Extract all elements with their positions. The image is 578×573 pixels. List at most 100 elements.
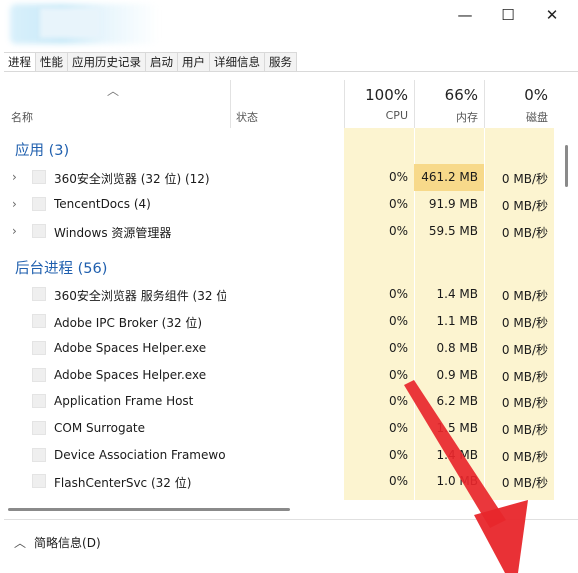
minimize-button[interactable]: — <box>443 2 487 28</box>
disk-value: 0 MB/秒 <box>501 476 548 490</box>
chevron-right-icon[interactable]: › <box>12 197 17 211</box>
maximize-button[interactable]: ☐ <box>486 2 530 28</box>
process-name: TencentDocs (4) <box>54 197 151 211</box>
cpu-value: 0% <box>388 224 408 238</box>
process-name: FlashCenterSvc (32 位) <box>54 476 192 490</box>
table-row[interactable]: COM Surrogate 0% 1.5 MB 0 MB/秒 <box>0 415 556 442</box>
tab-users[interactable]: 用户 <box>178 52 210 72</box>
column-header-disk[interactable]: 磁盘 <box>484 109 548 125</box>
disk-percent[interactable]: 0% <box>484 86 548 104</box>
disk-value: 0 MB/秒 <box>501 226 548 240</box>
cpu-value: 0% <box>388 170 408 184</box>
memory-value: 461.2 MB <box>421 170 478 184</box>
vertical-scrollbar[interactable] <box>565 145 568 187</box>
cpu-value: 0% <box>388 474 408 488</box>
cpu-percent[interactable]: 100% <box>344 86 408 104</box>
memory-value: 59.5 MB <box>428 224 478 238</box>
disk-value: 0 MB/秒 <box>501 423 548 437</box>
app-icon <box>32 314 46 328</box>
memory-value: 0.8 MB <box>436 341 478 355</box>
tab-details[interactable]: 详细信息 <box>210 52 265 72</box>
cpu-value: 0% <box>388 287 408 301</box>
horizontal-scrollbar[interactable] <box>8 508 290 511</box>
group-header-apps[interactable]: 应用 (3) <box>15 139 69 160</box>
close-button[interactable]: ✕ <box>530 2 574 28</box>
table-row[interactable]: 360安全浏览器 服务组件 (32 位) 0% 1.4 MB 0 MB/秒 <box>0 281 556 308</box>
cpu-value: 0% <box>388 197 408 211</box>
app-icon <box>32 224 46 238</box>
memory-percent[interactable]: 66% <box>414 86 478 104</box>
table-row[interactable]: Application Frame Host 0% 6.2 MB 0 MB/秒 <box>0 388 556 415</box>
minimize-icon: — <box>457 6 473 24</box>
table-row[interactable]: › Windows 资源管理器 0% 59.5 MB 0 MB/秒 <box>0 218 556 245</box>
table-row[interactable]: Adobe IPC Broker (32 位) 0% 1.1 MB 0 MB/秒 <box>0 308 556 335</box>
disk-value: 0 MB/秒 <box>501 370 548 384</box>
fewer-details-button[interactable]: ︿ 简略信息(D) <box>14 534 101 551</box>
disk-value: 0 MB/秒 <box>501 450 548 464</box>
table-row[interactable]: Adobe Spaces Helper.exe 0% 0.8 MB 0 MB/秒 <box>0 335 556 362</box>
task-manager-window: — ☐ ✕ 进程 性能 应用历史记录 启动 用户 详细信息 服务 ︿ 名称 状态… <box>0 0 578 573</box>
chevron-right-icon[interactable]: › <box>12 224 17 238</box>
disk-value: 0 MB/秒 <box>501 172 548 186</box>
tabs-divider <box>4 71 578 72</box>
cpu-value: 0% <box>388 368 408 382</box>
blurred-patch <box>40 8 100 38</box>
tab-processes[interactable]: 进程 <box>4 52 36 72</box>
disk-value: 0 MB/秒 <box>501 199 548 213</box>
tab-services[interactable]: 服务 <box>265 52 297 72</box>
header-divider <box>230 80 231 128</box>
cpu-value: 0% <box>388 421 408 435</box>
disk-value: 0 MB/秒 <box>501 289 548 303</box>
table-row[interactable]: › TencentDocs (4) 0% 91.9 MB 0 MB/秒 <box>0 191 556 218</box>
app-icon <box>32 341 46 355</box>
app-icon <box>32 170 46 184</box>
column-header-memory[interactable]: 内存 <box>414 109 478 125</box>
tab-app-history[interactable]: 应用历史记录 <box>68 52 146 72</box>
group-header-background[interactable]: 后台进程 (56) <box>15 257 107 278</box>
memory-value: 1.5 MB <box>436 421 478 435</box>
app-icon <box>32 448 46 462</box>
disk-value: 0 MB/秒 <box>501 316 548 330</box>
cpu-value: 0% <box>388 314 408 328</box>
tab-bar: 进程 性能 应用历史记录 启动 用户 详细信息 服务 <box>4 52 297 72</box>
chevron-right-icon[interactable]: › <box>12 170 17 184</box>
cpu-value: 0% <box>388 341 408 355</box>
process-name: 360安全浏览器 (32 位) (12) <box>54 172 210 186</box>
memory-value: 6.2 MB <box>436 394 478 408</box>
sort-chevron-up-icon[interactable]: ︿ <box>107 82 119 99</box>
app-icon <box>32 394 46 408</box>
disk-value: 0 MB/秒 <box>501 396 548 410</box>
arrow-head <box>474 500 528 573</box>
process-name: Device Association Framewo... <box>54 448 226 462</box>
column-header-status[interactable]: 状态 <box>236 109 258 125</box>
app-icon <box>32 421 46 435</box>
table-row[interactable]: Device Association Framewo... 0% 1.4 MB … <box>0 442 556 469</box>
memory-value: 0.9 MB <box>436 368 478 382</box>
close-icon: ✕ <box>545 6 559 24</box>
app-icon <box>32 368 46 382</box>
process-name: Adobe IPC Broker (32 位) <box>54 316 203 330</box>
fewer-details-label: 简略信息(D) <box>34 536 101 550</box>
maximize-icon: ☐ <box>501 6 515 24</box>
memory-value: 1.4 MB <box>436 287 478 301</box>
app-icon <box>32 474 46 488</box>
memory-value: 1.4 MB <box>436 448 478 462</box>
app-icon <box>32 287 46 301</box>
tab-startup[interactable]: 启动 <box>146 52 178 72</box>
table-row[interactable]: Adobe Spaces Helper.exe 0% 0.9 MB 0 MB/秒 <box>0 362 556 389</box>
table-row[interactable]: FlashCenterSvc (32 位) 0% 1.0 MB 0 MB/秒 <box>0 468 556 495</box>
app-icon <box>32 197 46 211</box>
column-header-cpu[interactable]: CPU <box>344 109 408 122</box>
process-name: Application Frame Host <box>54 394 194 408</box>
footer-divider <box>4 519 578 520</box>
column-header-name[interactable]: 名称 <box>11 109 33 125</box>
process-name: Adobe Spaces Helper.exe <box>54 368 207 382</box>
process-name: COM Surrogate <box>54 421 146 435</box>
chevron-up-icon: ︿ <box>14 536 27 550</box>
title-bar[interactable]: — ☐ ✕ <box>0 0 578 52</box>
cpu-value: 0% <box>388 394 408 408</box>
process-name: 360安全浏览器 服务组件 (32 位) <box>54 289 226 303</box>
table-row[interactable]: › 360安全浏览器 (32 位) (12) 0% 461.2 MB 0 MB/… <box>0 164 556 191</box>
tab-performance[interactable]: 性能 <box>36 52 68 72</box>
memory-value: 1.1 MB <box>436 314 478 328</box>
